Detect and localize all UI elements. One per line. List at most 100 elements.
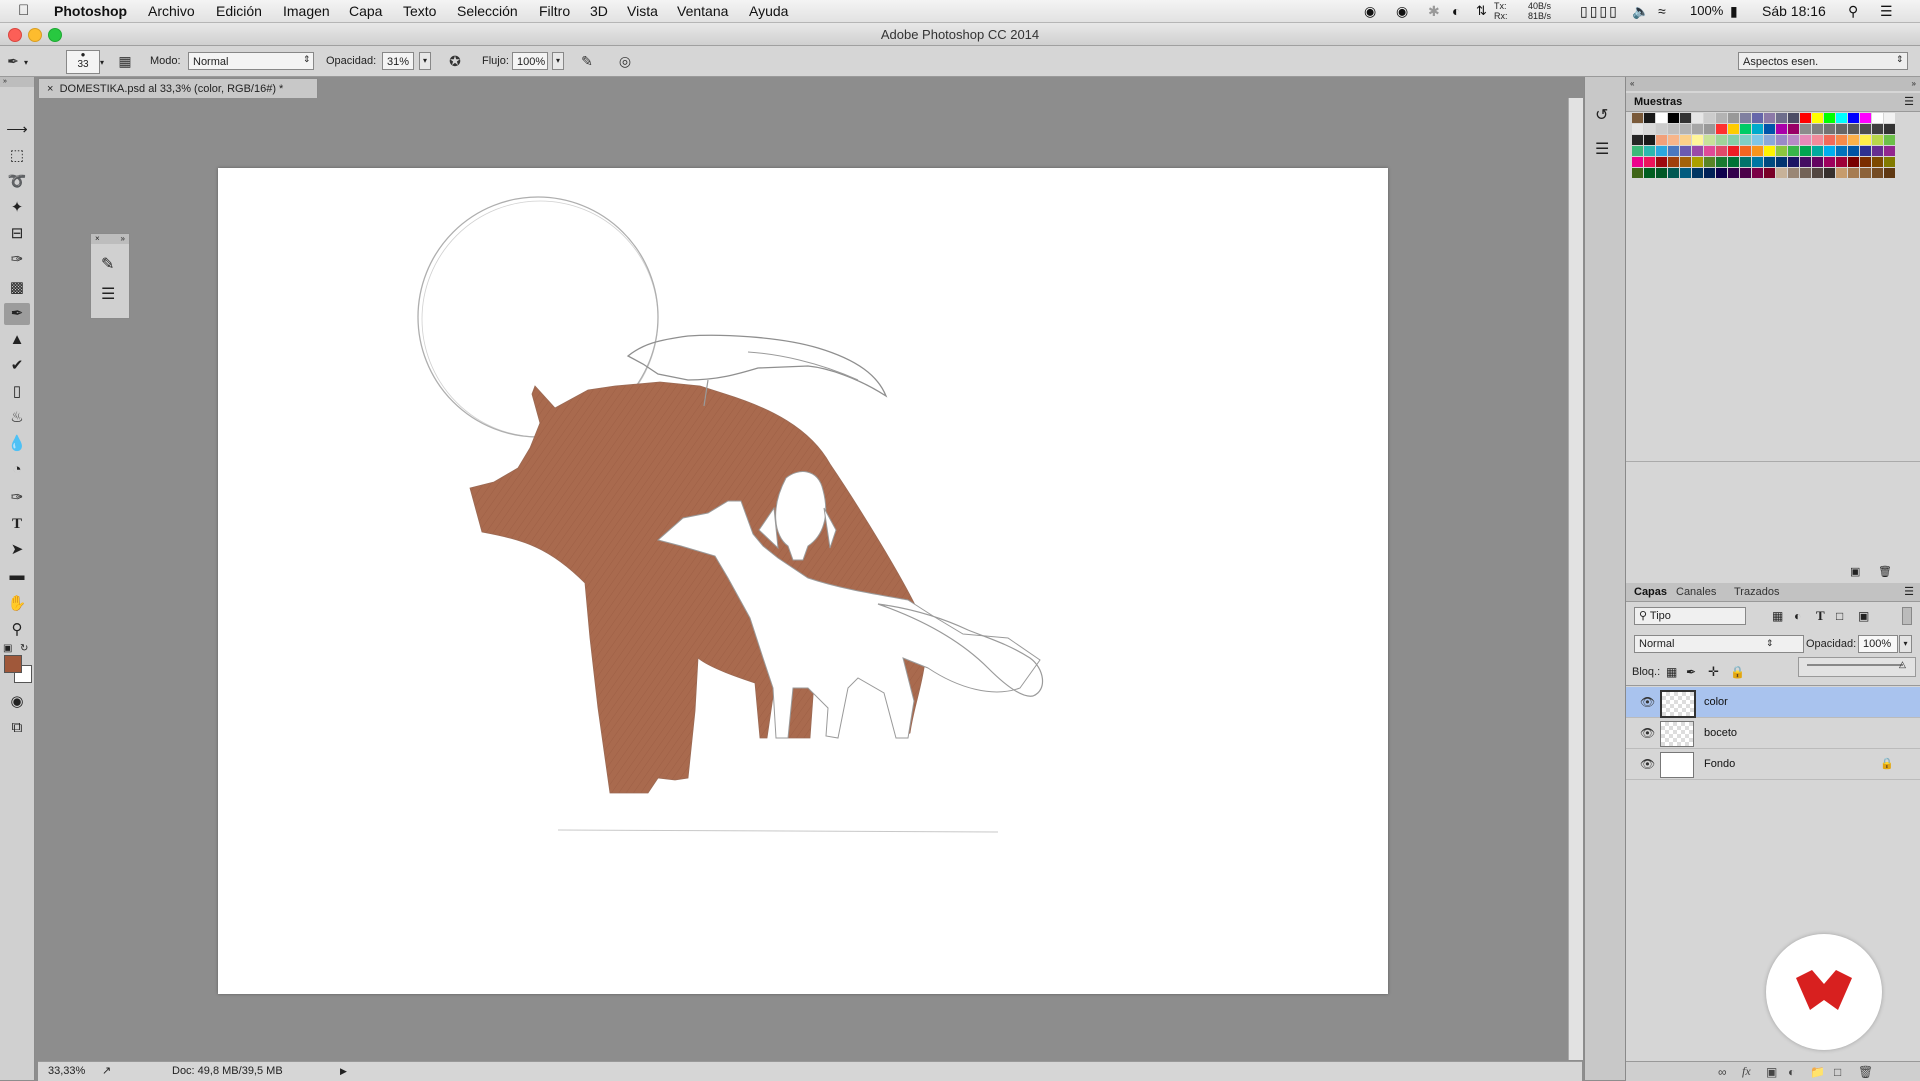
swatch[interactable] (1788, 124, 1799, 134)
swatch[interactable] (1692, 146, 1703, 156)
swatch[interactable] (1788, 135, 1799, 145)
swatch[interactable] (1656, 157, 1667, 167)
airbrush-icon[interactable]: ✎ (578, 53, 596, 69)
hand-tool-icon[interactable]: ✋ (4, 593, 30, 615)
menu-ventana[interactable]: Ventana (677, 3, 728, 19)
swatch[interactable] (1800, 146, 1811, 156)
brush-presets-icon[interactable]: ✎ (101, 254, 114, 274)
tool-preset-dropdown-icon[interactable]: ▾ (24, 58, 28, 67)
swatch[interactable] (1884, 124, 1895, 134)
swatch[interactable] (1836, 113, 1847, 123)
swatch[interactable] (1836, 124, 1847, 134)
clock[interactable]: Sáb 18:16 (1762, 3, 1826, 19)
swatch[interactable] (1668, 157, 1679, 167)
status-menu-arrow-icon[interactable]: ▶ (340, 1062, 347, 1081)
swatch[interactable] (1728, 124, 1739, 134)
color-wheel-icon[interactable]: ◐ (1452, 3, 1460, 19)
swatch[interactable] (1644, 168, 1655, 178)
swatch[interactable] (1668, 124, 1679, 134)
swatch[interactable] (1656, 168, 1667, 178)
swatch[interactable] (1632, 113, 1643, 123)
dodge-tool-icon[interactable]: ◔ (4, 459, 30, 481)
adjustment-layer-icon[interactable]: ◐ (1788, 1065, 1795, 1079)
new-swatch-icon[interactable]: ▣ (1850, 565, 1860, 578)
mini-panel-expand-icon[interactable]: » (121, 234, 125, 244)
tools-collapse-icon[interactable]: » (0, 77, 34, 87)
swatch[interactable] (1704, 113, 1715, 123)
swatch[interactable] (1824, 124, 1835, 134)
swatch[interactable] (1728, 146, 1739, 156)
battery-icon[interactable]: ▮ (1730, 3, 1738, 20)
new-layer-icon[interactable]: □ (1834, 1065, 1841, 1079)
swatch[interactable] (1644, 157, 1655, 167)
swatch[interactable] (1860, 168, 1871, 178)
record-icon[interactable]: ◉ (1396, 3, 1408, 20)
swatch[interactable] (1740, 135, 1751, 145)
menu-edicion[interactable]: Edición (216, 3, 262, 19)
mode-select[interactable]: Normal (188, 52, 314, 70)
swatch[interactable] (1728, 157, 1739, 167)
workspace-select[interactable]: Aspectos esen. (1738, 52, 1908, 70)
swatch[interactable] (1884, 157, 1895, 167)
brush-panel-toggle-icon[interactable]: ▦ (116, 53, 134, 69)
flow-input[interactable]: 100% (512, 52, 548, 70)
menu-3d[interactable]: 3D (590, 3, 608, 19)
brush-size-picker[interactable]: ● 33 (66, 50, 100, 74)
swatch[interactable] (1812, 124, 1823, 134)
layer-opacity-input[interactable]: 100% (1858, 635, 1898, 653)
zoom-level[interactable]: 33,33% (48, 1062, 85, 1081)
swatch[interactable] (1848, 113, 1859, 123)
swatch[interactable] (1884, 146, 1895, 156)
menu-ayuda[interactable]: Ayuda (749, 3, 788, 19)
swatch[interactable] (1848, 146, 1859, 156)
layer-style-fx-icon[interactable]: fx (1742, 1064, 1751, 1079)
swatch[interactable] (1644, 135, 1655, 145)
swatch[interactable] (1776, 146, 1787, 156)
menu-seleccion[interactable]: Selección (457, 3, 518, 19)
foreground-color-swatch[interactable] (4, 655, 22, 673)
swatch[interactable] (1836, 146, 1847, 156)
swatch[interactable] (1872, 157, 1883, 167)
swatch[interactable] (1824, 113, 1835, 123)
delete-swatch-icon[interactable]: 🗑 (1878, 565, 1892, 578)
dock-expand-icon[interactable]: « (1630, 77, 1634, 91)
swatch[interactable] (1752, 146, 1763, 156)
filter-smart-object-icon[interactable]: ▣ (1858, 609, 1869, 623)
magic-wand-tool-icon[interactable]: ✦ (4, 197, 30, 219)
swatch[interactable] (1776, 157, 1787, 167)
notification-center-icon[interactable]: ☰ (1880, 3, 1893, 20)
tab-capas[interactable]: Capas (1634, 586, 1667, 598)
swatch[interactable] (1740, 146, 1751, 156)
crop-tool-icon[interactable]: ⊟ (4, 223, 30, 245)
pressure-opacity-icon[interactable]: ✪ (446, 53, 464, 69)
path-selection-tool-icon[interactable]: ➤ (4, 539, 30, 561)
swatch[interactable] (1836, 168, 1847, 178)
swatch[interactable] (1632, 135, 1643, 145)
swatch[interactable] (1704, 168, 1715, 178)
swatch[interactable] (1692, 124, 1703, 134)
volume-icon[interactable]: 🔈 (1632, 3, 1649, 20)
wifi-icon[interactable]: ≈ (1658, 3, 1666, 19)
blend-mode-select[interactable]: Normal (1634, 635, 1804, 653)
opacity-slider-dropdown[interactable]: ▾ (419, 52, 431, 70)
delete-layer-icon[interactable]: 🗑 (1858, 1065, 1873, 1079)
swatch[interactable] (1716, 135, 1727, 145)
swatch[interactable] (1692, 157, 1703, 167)
swatch[interactable] (1704, 124, 1715, 134)
eyedropper-tool-icon[interactable]: ✑ (4, 249, 30, 271)
swatch[interactable] (1740, 124, 1751, 134)
swatch[interactable] (1764, 113, 1775, 123)
tab-canales[interactable]: Canales (1676, 586, 1716, 598)
swatch[interactable] (1776, 124, 1787, 134)
document-tab[interactable]: × DOMESTIKA.psd al 33,3% (color, RGB/16#… (38, 78, 318, 98)
swatch[interactable] (1848, 168, 1859, 178)
swatch[interactable] (1764, 124, 1775, 134)
swatch[interactable] (1812, 146, 1823, 156)
swatch[interactable] (1884, 113, 1895, 123)
pen-tool-icon[interactable]: ✑ (4, 487, 30, 509)
swatch[interactable] (1692, 113, 1703, 123)
opacity-input[interactable]: 31% (382, 52, 414, 70)
swatch[interactable] (1704, 157, 1715, 167)
swatch[interactable] (1656, 124, 1667, 134)
brush-settings-icon[interactable]: ☰ (101, 284, 115, 304)
